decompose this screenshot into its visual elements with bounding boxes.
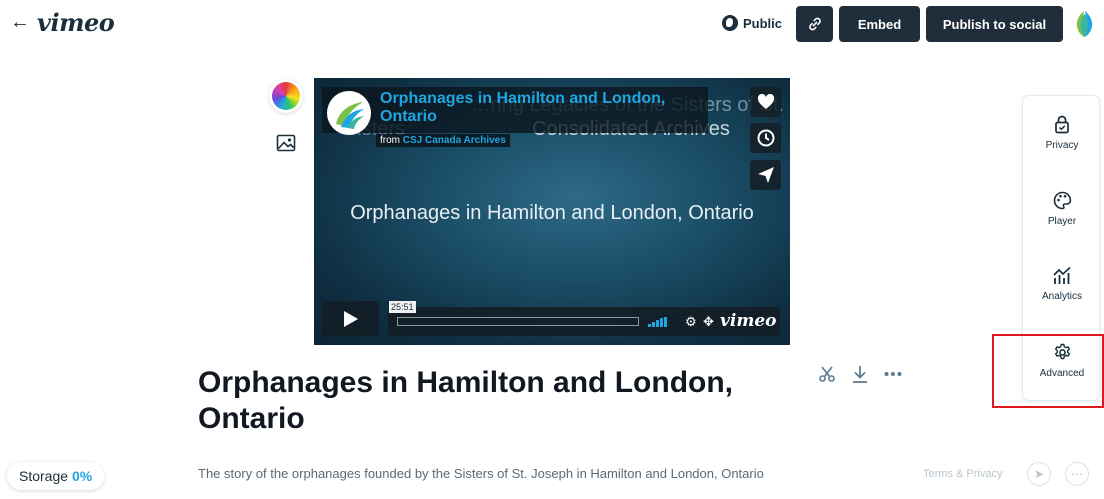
analytics-icon [1053,266,1071,284]
volume-icon[interactable] [648,317,667,327]
thumbnail-button[interactable] [269,126,303,160]
advanced-highlight-box [992,334,1104,408]
embed-button[interactable]: Embed [839,6,920,42]
copy-link-button[interactable] [796,6,833,42]
image-icon [276,134,296,152]
storage-label: Storage [19,468,69,484]
play-icon [343,310,358,327]
panel-item-analytics[interactable]: Analytics [1023,266,1101,330]
privacy-status-label: Public [743,15,783,31]
paper-plane-icon [757,167,774,183]
avatar[interactable] [1071,9,1098,39]
panel-item-label: Player [1047,216,1077,227]
color-wheel-icon [272,82,300,110]
player-controls: 25:51 ⚙ ✥ vimeo [322,301,780,336]
panel-item-label: Analytics [1041,291,1082,302]
clock-icon [757,129,774,147]
globe-icon [722,15,738,31]
footer-more-icon[interactable]: ⋯ [1065,462,1089,486]
terms-privacy-link[interactable]: Terms & Privacy [923,468,1002,480]
more-options-icon[interactable] [884,371,902,377]
color-wheel-button[interactable] [269,79,303,113]
fullscreen-icon[interactable]: ✥ [703,315,714,328]
player-overlay-from[interactable]: from CSJ Canada Archives [376,134,510,147]
heart-icon [757,94,774,109]
trim-scissors-icon[interactable] [818,365,836,383]
player-vimeo-logo[interactable]: vimeo [720,311,776,331]
link-icon [808,17,821,31]
player-title-overlay[interactable]: Orphanages in Hamilton and London, Ontar… [322,87,708,133]
share-button[interactable] [750,160,781,190]
vimeo-logo[interactable]: vimeo [37,8,115,37]
storage-value: 0% [71,468,93,484]
video-frame-title: Orphanages in Hamilton and London, Ontar… [350,202,754,224]
channel-portrait[interactable] [327,91,371,135]
top-bar: ← vimeo Public Embed Publish to social [0,0,1104,50]
watch-later-button[interactable] [750,123,781,153]
progress-scrubber[interactable] [397,317,639,326]
settings-gear-icon[interactable]: ⚙ [685,315,697,328]
video-title: Orphanages in Hamilton and London, Ontar… [198,366,734,435]
panel-item-label: Privacy [1045,140,1079,151]
compass-icon[interactable]: ➤ [1027,462,1051,486]
lock-icon [1055,115,1069,134]
video-description: The story of the orphanages founded by t… [198,466,764,481]
panel-item-player[interactable]: Player [1023,191,1101,255]
player-overlay-title[interactable]: Orphanages in Hamilton and London, Ontar… [380,90,702,126]
overlay-from-prefix: from [380,135,400,146]
overlay-from-channel[interactable]: CSJ Canada Archives [403,135,506,146]
video-player[interactable]: Sisters …ring Legacies of the Sisters of… [314,78,790,345]
palette-icon [1053,191,1071,210]
privacy-status-button[interactable]: Public [722,15,782,31]
download-icon[interactable] [850,364,870,384]
panel-item-privacy[interactable]: Privacy [1023,114,1101,178]
publish-to-social-button[interactable]: Publish to social [926,6,1063,42]
duration-badge: 25:51 [389,301,416,313]
play-button[interactable] [322,301,379,336]
video-tools [818,364,902,384]
like-button[interactable] [750,87,781,117]
back-arrow-icon[interactable]: ← [10,12,30,32]
storage-indicator[interactable]: Storage 0% [7,462,105,490]
